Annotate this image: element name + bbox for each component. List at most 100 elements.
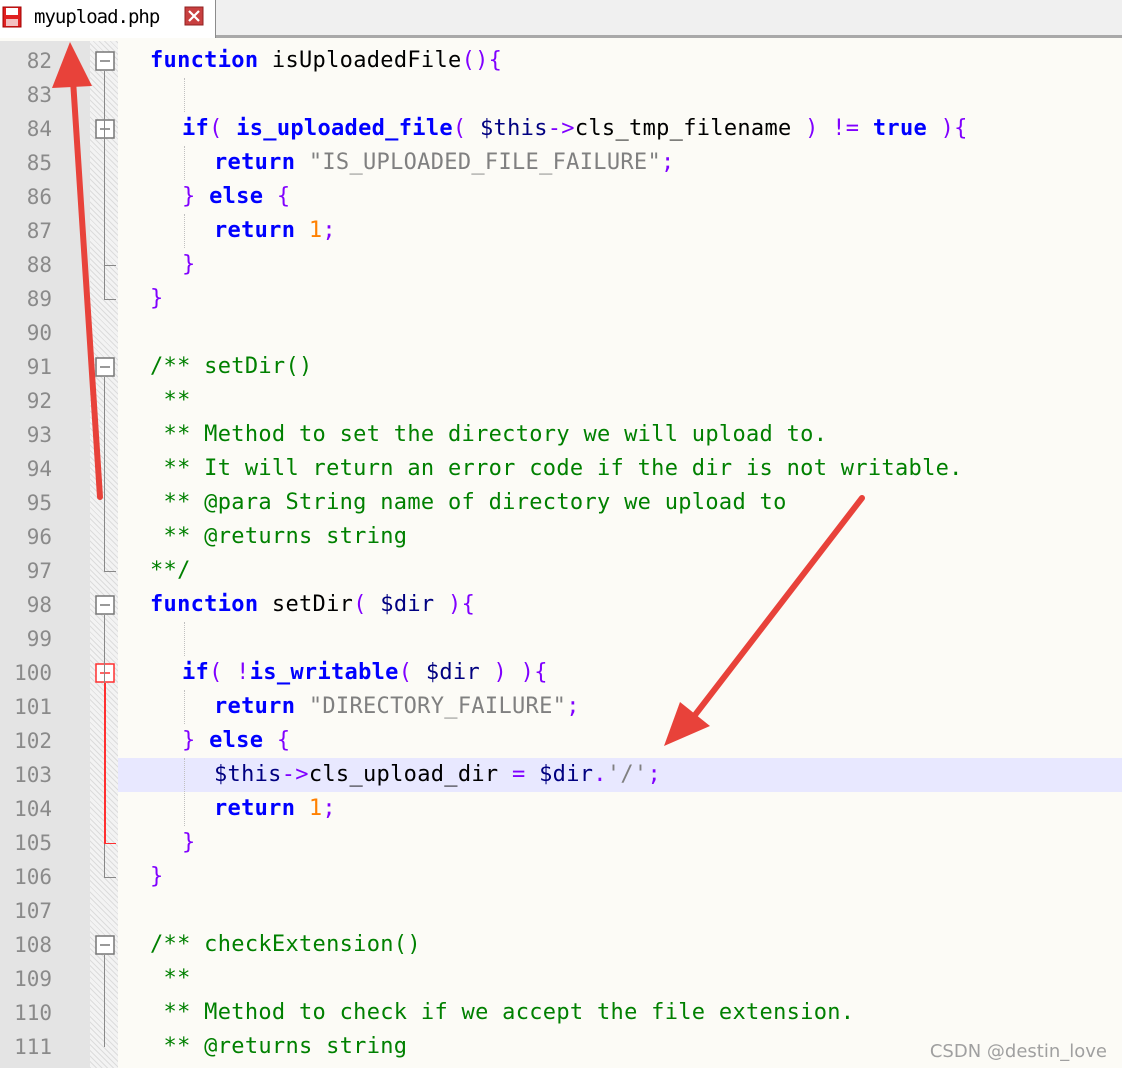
fold-toggle-icon[interactable] bbox=[95, 595, 115, 615]
fold-toggle-icon[interactable] bbox=[95, 935, 115, 955]
code-line[interactable]: return 1; bbox=[214, 792, 336, 826]
code-token: = bbox=[512, 762, 540, 787]
code-token: return bbox=[214, 218, 296, 243]
code-token: } bbox=[182, 830, 196, 855]
code-line[interactable]: function setDir( $dir ){ bbox=[150, 588, 475, 622]
code-token: { bbox=[263, 184, 291, 209]
fold-toggle-icon[interactable] bbox=[95, 357, 115, 377]
code-token: } bbox=[182, 728, 210, 753]
line-number: 94 bbox=[26, 457, 52, 481]
code-token: { bbox=[263, 728, 291, 753]
code-token: (){ bbox=[461, 48, 503, 73]
code-token: 1 bbox=[295, 796, 323, 821]
code-token: $dir bbox=[425, 660, 481, 685]
code-line[interactable]: } else { bbox=[182, 724, 290, 758]
line-number: 90 bbox=[26, 321, 52, 345]
code-token: } bbox=[182, 184, 210, 209]
code-line[interactable]: ** Method to check if we accept the file… bbox=[150, 996, 855, 1030]
code-token: function bbox=[150, 592, 259, 617]
code-line[interactable]: return "DIRECTORY_FAILURE"; bbox=[214, 690, 580, 724]
code-line[interactable]: ** @returns string bbox=[150, 520, 408, 554]
code-token: ** Method to check if we accept the file… bbox=[150, 1000, 855, 1025]
code-token: setDir bbox=[258, 592, 354, 617]
indent-guide bbox=[184, 622, 186, 656]
code-line[interactable]: ** It will return an error code if the d… bbox=[150, 452, 963, 486]
line-number: 86 bbox=[26, 185, 52, 209]
code-token: ){ bbox=[434, 592, 476, 617]
fold-end-marker bbox=[104, 265, 116, 266]
line-number: 83 bbox=[26, 83, 52, 107]
fold-end-marker bbox=[104, 299, 116, 300]
line-number: 82 bbox=[26, 49, 52, 73]
tab-label: myupload.php bbox=[34, 6, 160, 28]
code-token: else bbox=[209, 184, 264, 209]
indent-guide bbox=[184, 78, 186, 112]
line-number: 99 bbox=[26, 627, 52, 651]
line-number: 100 bbox=[14, 661, 52, 685]
code-editor[interactable]: 82 function isUploadedFile(){ 83 84 if( is_u… bbox=[0, 41, 1122, 1068]
code-token: ** It will return an error code if the d… bbox=[150, 456, 963, 481]
code-token: ** @para String name of directory we upl… bbox=[150, 490, 787, 515]
code-token: '/' bbox=[606, 762, 648, 787]
code-line[interactable]: ** bbox=[150, 962, 191, 996]
fold-connector bbox=[104, 377, 105, 571]
fold-toggle-icon[interactable] bbox=[95, 119, 115, 139]
watermark: CSDN @destin_love bbox=[929, 1041, 1107, 1062]
code-token: ){ bbox=[927, 116, 968, 141]
code-line[interactable]: if( is_uploaded_file( $this->cls_tmp_fil… bbox=[182, 112, 968, 146]
code-line[interactable]: /** checkExtension() bbox=[150, 928, 421, 962]
save-icon bbox=[2, 6, 22, 28]
code-token: $dir bbox=[380, 592, 435, 617]
code-token: ** bbox=[150, 388, 191, 413]
tab-myupload[interactable]: myupload.php bbox=[0, 0, 216, 38]
code-line[interactable]: return 1; bbox=[214, 214, 336, 248]
code-line[interactable]: if( !is_writable( $dir ) ){ bbox=[182, 656, 548, 690]
code-token: } bbox=[182, 252, 196, 277]
fold-connector bbox=[104, 955, 105, 1047]
code-token: is_uploaded_file bbox=[236, 116, 453, 141]
line-number: 88 bbox=[26, 253, 52, 277]
code-token: ( bbox=[452, 116, 481, 141]
code-line[interactable]: ** Method to set the directory we will u… bbox=[150, 418, 827, 452]
code-line[interactable]: $this->cls_upload_dir = $dir.'/'; bbox=[214, 758, 661, 792]
line-number: 96 bbox=[26, 525, 52, 549]
code-token: -> bbox=[281, 762, 309, 787]
close-icon[interactable] bbox=[184, 6, 204, 26]
fold-toggle-icon[interactable] bbox=[95, 663, 115, 683]
code-token: ** Method to set the directory we will u… bbox=[150, 422, 828, 447]
code-line[interactable]: function isUploadedFile(){ bbox=[150, 44, 502, 78]
code-token: } bbox=[150, 286, 164, 311]
line-number: 108 bbox=[14, 933, 52, 957]
code-line[interactable]: ** @para String name of directory we upl… bbox=[150, 486, 787, 520]
fold-toggle-icon[interactable] bbox=[95, 51, 115, 71]
fold-connector bbox=[104, 683, 106, 843]
indent-guide bbox=[184, 214, 186, 248]
code-token: . bbox=[593, 762, 607, 787]
line-number: 95 bbox=[26, 491, 52, 515]
code-token: else bbox=[209, 728, 264, 753]
fold-end-marker bbox=[104, 571, 116, 572]
code-line[interactable]: ** bbox=[150, 384, 191, 418]
code-line[interactable]: /** setDir() bbox=[150, 350, 313, 384]
code-token: /** setDir() bbox=[150, 354, 313, 379]
code-line[interactable]: ** @returns string bbox=[150, 1030, 408, 1064]
code-line[interactable]: } bbox=[182, 248, 196, 282]
code-token: return bbox=[214, 694, 296, 719]
code-token: "IS_UPLOADED_FILE_FAILURE" bbox=[295, 150, 661, 175]
code-token: **/ bbox=[150, 558, 191, 583]
line-number: 84 bbox=[26, 117, 52, 141]
indent-guide bbox=[184, 758, 186, 826]
code-line[interactable]: **/ bbox=[150, 554, 191, 588]
code-line[interactable]: } bbox=[150, 860, 164, 894]
code-line[interactable]: } bbox=[150, 282, 164, 316]
code-token: ; bbox=[566, 694, 580, 719]
line-number: 93 bbox=[26, 423, 52, 447]
code-line[interactable]: } else { bbox=[182, 180, 290, 214]
line-number: 87 bbox=[26, 219, 52, 243]
code-line[interactable]: return "IS_UPLOADED_FILE_FAILURE"; bbox=[214, 146, 675, 180]
code-token: $this bbox=[480, 116, 548, 141]
code-token: ** @returns string bbox=[150, 1034, 408, 1059]
code-token: cls_upload_dir bbox=[308, 762, 513, 787]
tab-bar: myupload.php bbox=[0, 0, 1122, 38]
code-line[interactable]: } bbox=[182, 826, 196, 860]
